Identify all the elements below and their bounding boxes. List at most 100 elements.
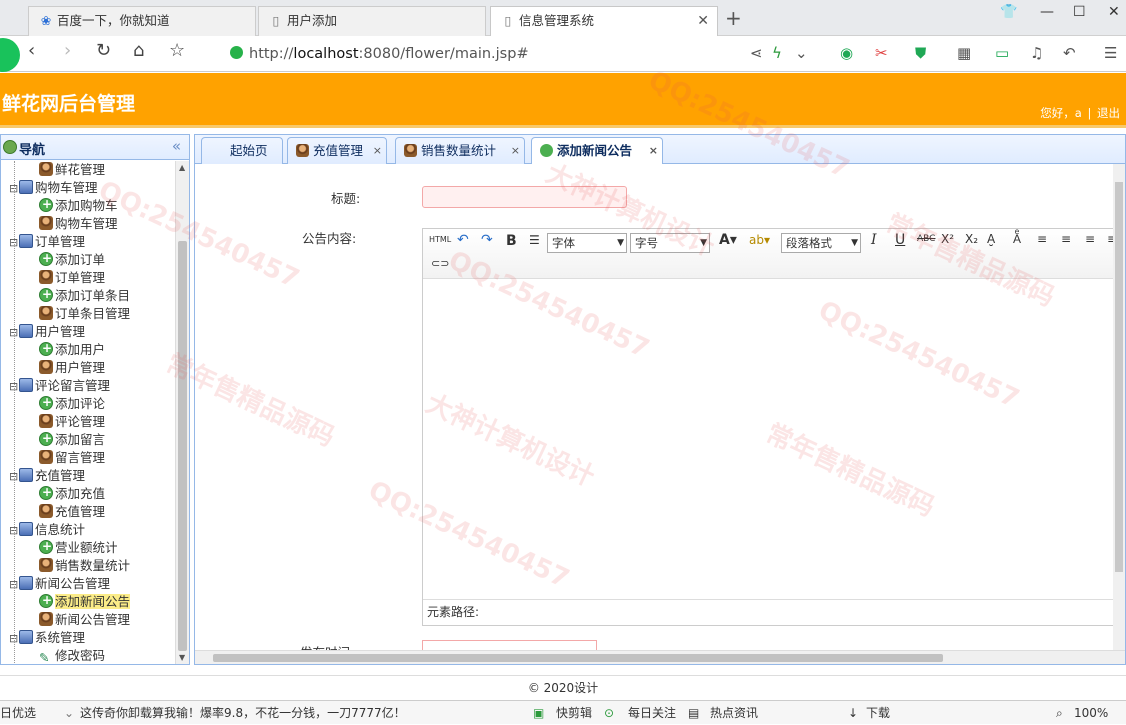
strikethrough-icon[interactable]: ABC [917, 234, 935, 244]
tree-item[interactable]: 添加用户 [39, 339, 105, 359]
underline-icon[interactable]: U [895, 232, 905, 248]
maximize-icon[interactable]: ☐ [1073, 4, 1086, 20]
editor-body[interactable] [423, 280, 1120, 596]
tab-recharge[interactable]: 充值管理 × [287, 137, 387, 164]
close-tab-icon[interactable]: × [511, 138, 520, 163]
share-icon[interactable]: ⋖ [750, 44, 763, 62]
content-vscrollbar[interactable] [1113, 164, 1125, 650]
scroll-thumb[interactable] [213, 654, 943, 662]
tree-item[interactable]: 留言管理 [39, 449, 105, 467]
back-icon[interactable]: ‹ [28, 40, 35, 61]
undo-icon[interactable]: ↶ [457, 232, 469, 248]
browser-tab-user-add[interactable]: ▯ 用户添加 [258, 6, 486, 36]
tree-folder[interactable]: ⊟ 系统管理 [9, 629, 85, 647]
close-tab-icon[interactable]: ✕ [697, 7, 709, 35]
format-icon[interactable]: ☰ [529, 233, 540, 247]
status-item-daily[interactable]: 每日关注 [628, 701, 676, 725]
tree-item[interactable]: 添加新闻公告 [39, 591, 131, 611]
font-color-icon[interactable]: A▾ [719, 232, 737, 248]
tab-sales-stats[interactable]: 销售数量统计 × [395, 137, 525, 164]
tree-item[interactable]: 添加购物车 [39, 195, 118, 215]
tree-item[interactable]: 购物车管理 [39, 215, 118, 233]
size-select[interactable]: 字号 ▼ [630, 233, 710, 253]
bold-icon[interactable]: B [506, 233, 517, 249]
user-icon [39, 216, 53, 230]
title-input[interactable] [422, 186, 627, 208]
tree-item[interactable]: 销售数量统计 [39, 557, 130, 575]
font-select[interactable]: 字体 ▼ [547, 233, 627, 253]
align-center-icon[interactable]: ≡ [1061, 232, 1071, 246]
menu-icon[interactable]: ☰ [1104, 44, 1117, 62]
chevron-down-icon[interactable]: ⌄ [64, 701, 74, 725]
italic-icon[interactable]: I [871, 232, 877, 248]
browser-tab-baidu[interactable]: ❀ 百度一下，你就知道 [28, 6, 256, 36]
shirt-icon[interactable]: 👕 [1000, 4, 1017, 20]
security-icon[interactable]: ◉ [840, 44, 853, 62]
battery-icon[interactable]: ▭ [995, 44, 1009, 62]
dropdown-icon[interactable]: ⌄ [795, 44, 808, 62]
tree-item[interactable]: ✎ 修改密码 [39, 647, 105, 664]
minimize-icon[interactable]: — [1040, 4, 1054, 20]
font-shrink-icon[interactable]: A̮ [987, 232, 995, 246]
tree-item[interactable]: 营业额统计 [39, 537, 118, 557]
tree-item[interactable]: 充值管理 [39, 503, 105, 521]
tree-folder[interactable]: ⊟ 购物车管理 [9, 179, 98, 197]
close-tab-icon[interactable]: × [649, 138, 658, 163]
tree-item[interactable]: 新闻公告管理 [39, 611, 130, 629]
superscript-icon[interactable]: X² [941, 232, 954, 246]
tree-folder[interactable]: ⊟ 评论留言管理 [9, 377, 110, 395]
status-left[interactable]: 日优选 [0, 701, 36, 725]
status-item-hot[interactable]: 热点资讯 [710, 701, 758, 725]
tree-item[interactable]: 添加留言 [39, 429, 105, 449]
subscript-icon[interactable]: X₂ [965, 232, 978, 246]
tree-item[interactable]: 添加订单条目 [39, 285, 130, 305]
scroll-down-icon[interactable]: ▼ [179, 653, 185, 662]
align-right-icon[interactable]: ≡ [1085, 232, 1095, 246]
headphones-icon[interactable]: ♫ [1030, 44, 1043, 62]
tree-item[interactable]: 添加订单 [39, 249, 105, 269]
logout-link[interactable]: 退出 [1097, 106, 1120, 120]
tree-item[interactable]: 鲜花管理 [39, 161, 105, 179]
scroll-thumb[interactable] [1115, 182, 1123, 572]
user-info: 您好，a | 退出 [1038, 105, 1120, 121]
scissors-icon[interactable]: ✂ [875, 44, 888, 62]
tree-folder[interactable]: ⊟ 新闻公告管理 [9, 575, 110, 593]
tab-home[interactable]: 起始页 [201, 137, 283, 164]
browser-status-bar: 日优选 ⌄ 这传奇你卸载算我输！爆率9.8，不花一分钱，一刀7777亿！ ▣ 快… [0, 700, 1126, 724]
close-window-icon[interactable]: ✕ [1108, 4, 1120, 20]
collapse-icon[interactable]: « [172, 137, 181, 155]
html-source-button[interactable]: HTML [429, 235, 451, 244]
content-hscrollbar[interactable] [195, 650, 1125, 664]
highlight-icon[interactable]: ab▾ [749, 233, 770, 247]
forward-icon[interactable]: › [64, 40, 71, 61]
status-item-download[interactable]: 下载 [866, 701, 890, 725]
apps-icon[interactable]: ▦ [957, 44, 971, 62]
browser-tab-info-system[interactable]: ▯ 信息管理系统 ✕ [490, 6, 718, 36]
undo-icon[interactable]: ↶ [1063, 44, 1076, 62]
sidebar-scrollbar[interactable]: ▲ ▼ [175, 161, 189, 664]
browser-logo-icon[interactable] [0, 38, 20, 72]
link-icon[interactable]: ⊂⊃ [431, 257, 449, 270]
home-icon[interactable]: ⌂ [133, 40, 144, 61]
scroll-thumb[interactable] [178, 241, 187, 651]
paragraph-select[interactable]: 段落格式 ▼ [781, 233, 861, 253]
align-left-icon[interactable]: ≡ [1037, 232, 1047, 246]
tree-item[interactable]: 添加充值 [39, 483, 105, 503]
scroll-up-icon[interactable]: ▲ [179, 163, 185, 172]
status-item-clip[interactable]: 快剪辑 [556, 701, 592, 725]
lightning-icon[interactable]: ϟ [772, 44, 782, 62]
tree-item[interactable]: 用户管理 [39, 359, 105, 377]
reload-icon[interactable]: ↻ [96, 40, 111, 61]
url-field[interactable]: http://localhost:8080/flower/main.jsp# [228, 41, 813, 67]
redo-icon[interactable]: ↷ [481, 232, 493, 248]
tree-item[interactable]: 订单条目管理 [39, 305, 130, 323]
close-tab-icon[interactable]: × [373, 138, 382, 163]
shield-icon[interactable]: ⛊ [915, 44, 926, 62]
tab-add-news[interactable]: 添加新闻公告 × [531, 137, 663, 165]
status-ad[interactable]: 这传奇你卸载算我输！爆率9.8，不花一分钱，一刀7777亿！ [80, 701, 406, 725]
new-tab-button[interactable]: + [725, 6, 742, 30]
font-grow-icon[interactable]: Aͤ [1013, 232, 1021, 246]
zoom-level[interactable]: 100% [1074, 701, 1108, 725]
tree-item[interactable]: 添加评论 [39, 393, 105, 413]
star-icon[interactable]: ☆ [169, 40, 185, 61]
